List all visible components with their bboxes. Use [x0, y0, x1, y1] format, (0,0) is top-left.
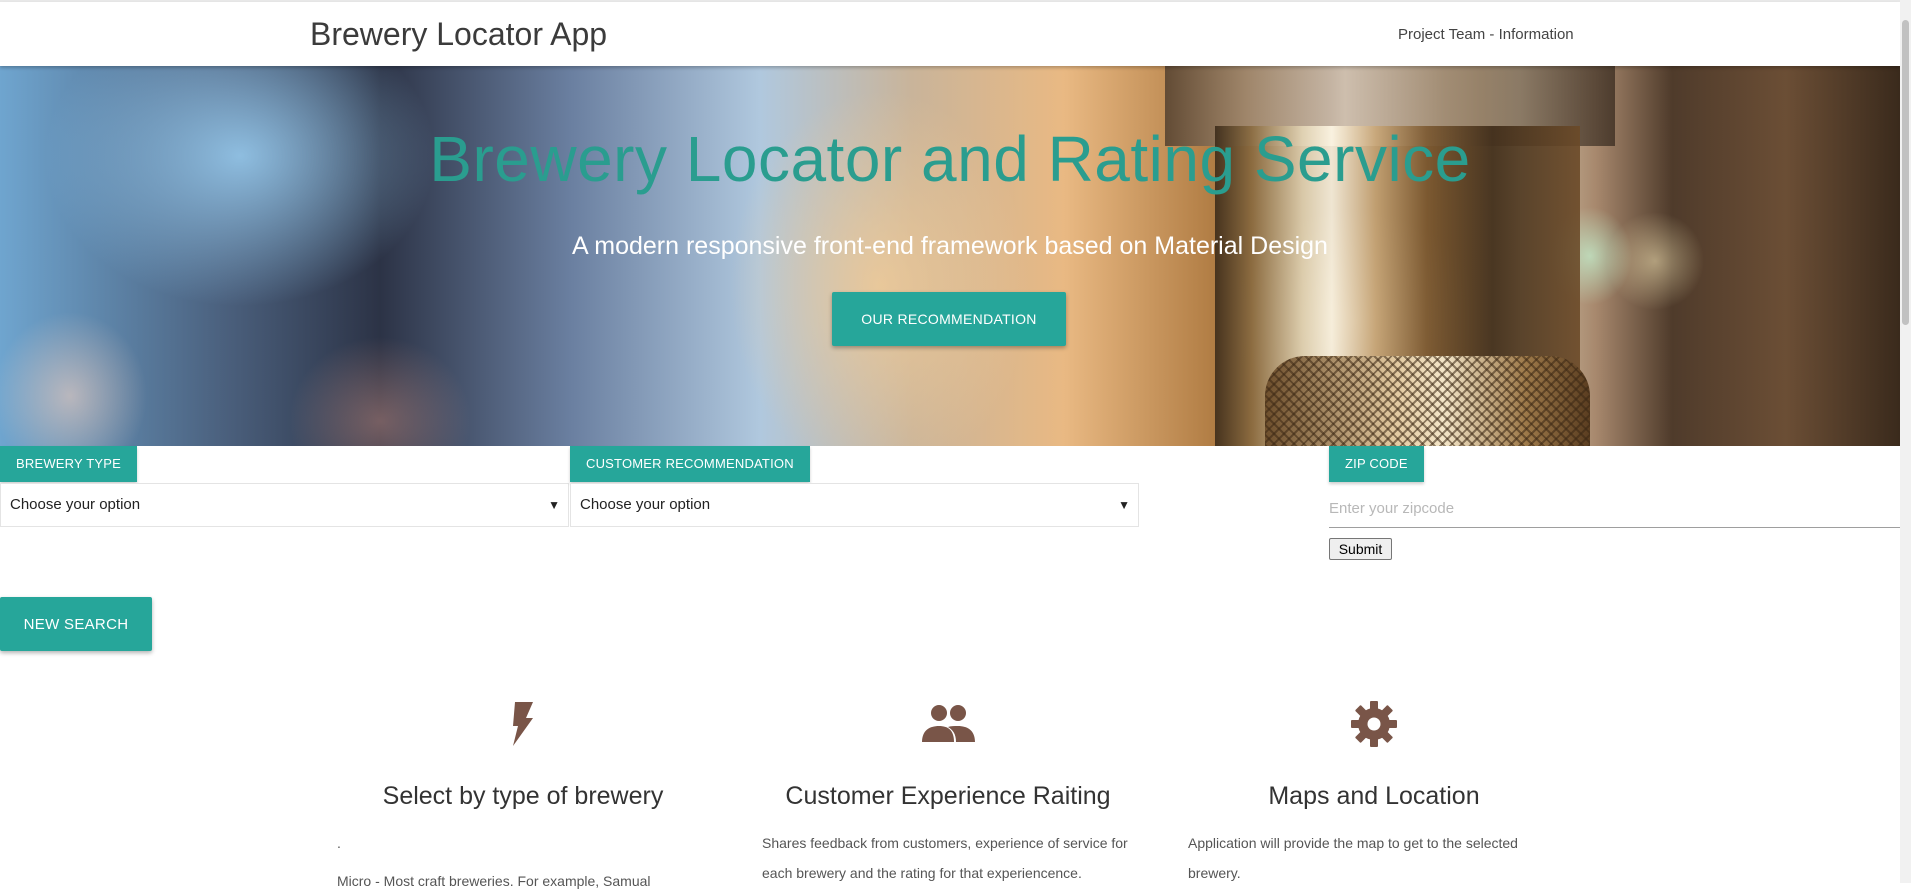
flash-icon	[513, 702, 533, 746]
brewery-type-select[interactable]: Choose your option ▼	[0, 483, 569, 527]
project-team-link[interactable]: Project Team - Information	[1398, 26, 1574, 43]
gear-icon	[1351, 701, 1397, 747]
brand-logo-text[interactable]: Brewery Locator App	[310, 16, 607, 53]
feature-title: Customer Experience Raiting	[785, 782, 1111, 810]
top-navbar: Brewery Locator App Project Team - Infor…	[0, 2, 1900, 66]
hero-title: Brewery Locator and Rating Service	[429, 123, 1471, 195]
feature-text: Shares feedback from customers, experien…	[762, 835, 1128, 881]
feature-text: .	[337, 835, 341, 851]
hero-background-tap-knurl	[1265, 356, 1590, 446]
chevron-down-icon: ▼	[1118, 498, 1130, 512]
new-search-button[interactable]: NEW SEARCH	[0, 597, 152, 651]
brewery-type-label: BREWERY TYPE	[0, 446, 137, 482]
customer-recommendation-selected-value: Choose your option	[580, 496, 711, 513]
zip-code-input[interactable]	[1329, 490, 1900, 528]
feature-text: Micro - Most craft breweries. For exampl…	[337, 873, 651, 889]
customer-recommendation-select[interactable]: Choose your option ▼	[570, 483, 1139, 527]
hero-banner: Brewery Locator and Rating Service A mod…	[0, 66, 1900, 446]
chevron-down-icon: ▼	[548, 498, 560, 512]
feature-text: Application will provide the map to get …	[1188, 835, 1518, 881]
zip-submit-button[interactable]: Submit	[1329, 538, 1392, 560]
hero-subtitle: A modern responsive front-end framework …	[572, 232, 1328, 260]
brewery-type-selected-value: Choose your option	[10, 496, 141, 513]
group-icon	[922, 705, 975, 742]
our-recommendation-button[interactable]: OUR RECOMMENDATION	[832, 292, 1066, 346]
customer-recommendation-label: CUSTOMER RECOMMENDATION	[570, 446, 810, 482]
zip-code-label: ZIP CODE	[1329, 446, 1424, 482]
page-scrollbar[interactable]	[1900, 0, 1911, 883]
feature-title: Select by type of brewery	[382, 782, 664, 810]
feature-title: Maps and Location	[1268, 782, 1480, 810]
scrollbar-thumb[interactable]	[1902, 20, 1909, 325]
